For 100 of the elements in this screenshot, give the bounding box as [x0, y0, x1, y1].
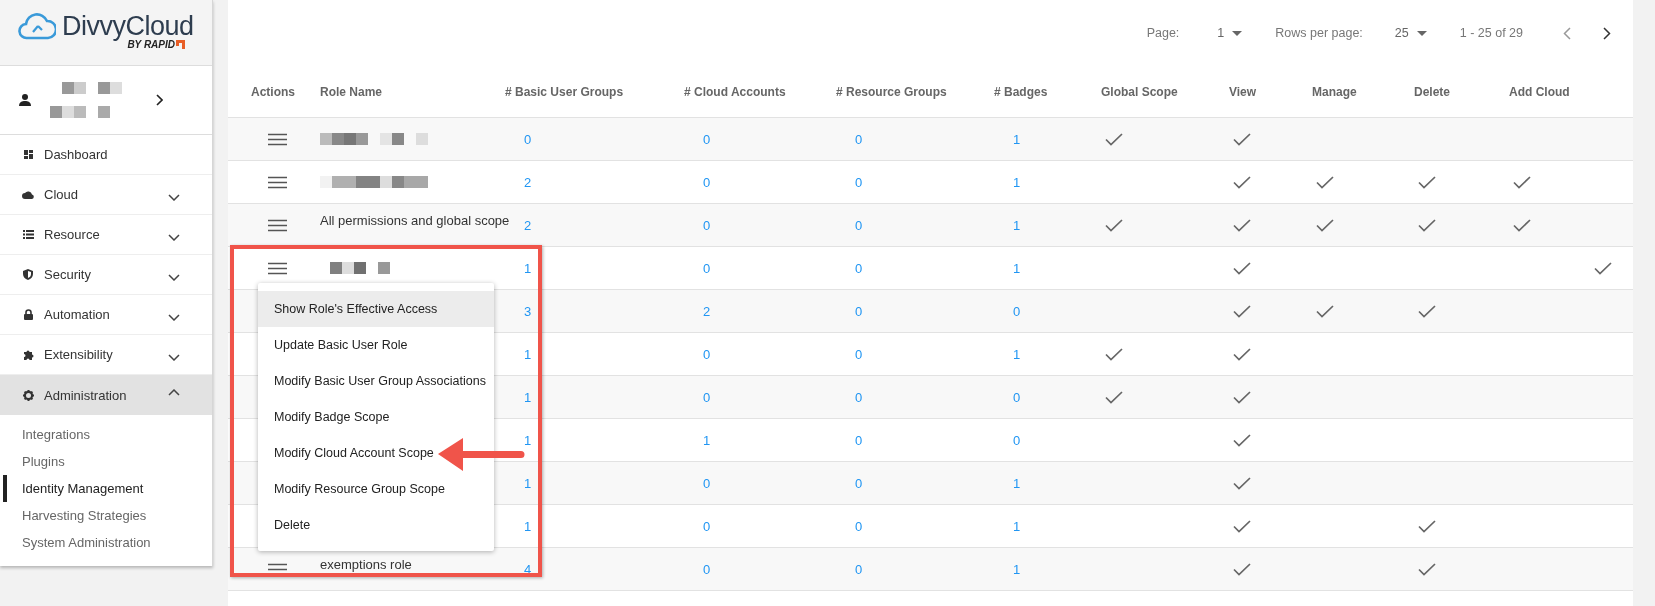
- count-link[interactable]: 0: [703, 389, 711, 405]
- menu-item[interactable]: Delete: [258, 507, 494, 543]
- count-link[interactable]: 1: [524, 346, 532, 362]
- role-name: All permissions and global scope: [320, 213, 510, 228]
- sidebar-item-label: Automation: [44, 307, 111, 322]
- sidebar-subitem[interactable]: Plugins: [3, 448, 212, 475]
- count-link[interactable]: 1: [1013, 475, 1021, 491]
- user-icon: [19, 94, 31, 106]
- count-link[interactable]: 0: [1013, 303, 1021, 319]
- sidebar-subitem[interactable]: Identity Management: [3, 475, 212, 502]
- chevron-down-icon[interactable]: [168, 314, 180, 321]
- column-header: Role Name: [320, 84, 383, 99]
- column-header: # Badges: [994, 84, 1048, 99]
- count-link[interactable]: 0: [855, 174, 863, 190]
- caret-icon: [1232, 30, 1243, 36]
- chevron-down-icon[interactable]: [168, 274, 180, 281]
- next-page-icon[interactable]: [1603, 26, 1611, 40]
- column-header: View: [1229, 84, 1257, 99]
- count-link[interactable]: 1: [1013, 561, 1021, 577]
- count-link[interactable]: 1: [1013, 174, 1021, 190]
- menu-item[interactable]: Modify Cloud Account Scope: [258, 435, 494, 471]
- page-select[interactable]: 1: [1217, 26, 1243, 40]
- count-link[interactable]: 0: [703, 346, 711, 362]
- caret-icon: [1416, 30, 1427, 36]
- count-link[interactable]: 2: [524, 174, 532, 190]
- chevron-down-icon[interactable]: [168, 354, 180, 361]
- count-link[interactable]: 0: [855, 561, 863, 577]
- count-link[interactable]: 0: [855, 432, 863, 448]
- count-link[interactable]: 0: [855, 260, 863, 276]
- count-link[interactable]: 1: [1013, 346, 1021, 362]
- count-link[interactable]: 1: [524, 389, 532, 405]
- count-link[interactable]: 0: [855, 131, 863, 147]
- lock-icon: [23, 309, 33, 320]
- sidebar-item-label: Security: [44, 267, 92, 282]
- logo-byline: BY RAPID: [127, 39, 175, 50]
- count-link[interactable]: 1: [1013, 131, 1021, 147]
- count-link[interactable]: 0: [855, 303, 863, 319]
- menu-icon[interactable]: [268, 132, 287, 146]
- rows-per-page-select[interactable]: 25: [1394, 26, 1427, 40]
- sidebar-item[interactable]: Automation: [0, 295, 212, 335]
- count-link[interactable]: 0: [703, 561, 711, 577]
- count-link[interactable]: 0: [1013, 389, 1021, 405]
- sidebar-item[interactable]: Administration: [0, 375, 212, 415]
- count-link[interactable]: 0: [703, 131, 711, 147]
- role-name: exemptions role: [320, 557, 412, 572]
- chevron-up-icon[interactable]: [168, 388, 180, 396]
- count-link[interactable]: 0: [703, 518, 711, 534]
- sidebar-item[interactable]: Dashboard: [0, 135, 212, 175]
- sidebar-item[interactable]: Cloud: [0, 175, 212, 215]
- count-link[interactable]: 0: [703, 260, 711, 276]
- sidebar-subitem[interactable]: Integrations: [3, 421, 212, 448]
- count-link[interactable]: 0: [703, 217, 711, 233]
- count-link[interactable]: 1: [703, 432, 711, 448]
- redacted-role-name: [330, 262, 390, 274]
- count-link[interactable]: 1: [1013, 518, 1021, 534]
- count-link[interactable]: 0: [855, 475, 863, 491]
- count-link[interactable]: 0: [855, 217, 863, 233]
- count-link[interactable]: 2: [703, 303, 711, 319]
- menu-icon[interactable]: [268, 175, 287, 189]
- sidebar-subitem[interactable]: Harvesting Strategies: [3, 502, 212, 529]
- count-link[interactable]: 1: [1013, 217, 1021, 233]
- count-link[interactable]: 1: [524, 518, 532, 534]
- count-link[interactable]: 1: [524, 260, 532, 276]
- brand-mark-icon: [176, 40, 185, 49]
- settings-icon: [22, 389, 34, 401]
- column-header: # Resource Groups: [836, 84, 947, 99]
- count-link[interactable]: 1: [524, 475, 532, 491]
- menu-icon[interactable]: [268, 218, 287, 232]
- sidebar-item[interactable]: Security: [0, 255, 212, 295]
- sidebar-item-label: Dashboard: [44, 147, 109, 162]
- sidebar-item[interactable]: Resource: [0, 215, 212, 255]
- count-link[interactable]: 0: [1013, 432, 1021, 448]
- count-link[interactable]: 0: [703, 475, 711, 491]
- count-link[interactable]: 0: [855, 518, 863, 534]
- menu-icon[interactable]: [268, 261, 287, 275]
- menu-item[interactable]: Modify Basic User Group Associations: [258, 363, 494, 399]
- previous-page-icon[interactable]: [1563, 26, 1571, 40]
- logo-wordmark: DivvyCloud: [62, 12, 194, 40]
- count-link[interactable]: 0: [855, 346, 863, 362]
- count-link[interactable]: 0: [703, 174, 711, 190]
- puzzle-icon: [22, 349, 34, 360]
- redacted-user-name: [50, 82, 122, 118]
- chevron-right-icon[interactable]: [156, 94, 163, 106]
- count-link[interactable]: 0: [855, 389, 863, 405]
- sidebar-item-label: Administration: [44, 387, 128, 403]
- menu-item[interactable]: Update Basic User Role: [258, 327, 494, 363]
- count-link[interactable]: 1: [524, 432, 532, 448]
- menu-item[interactable]: Modify Resource Group Scope: [258, 471, 494, 507]
- count-link[interactable]: 4: [524, 561, 532, 577]
- count-link[interactable]: 0: [524, 131, 532, 147]
- menu-item[interactable]: Show Role's Effective Access: [258, 291, 494, 327]
- sidebar-subitem[interactable]: System Administration: [3, 529, 212, 556]
- count-link[interactable]: 3: [524, 303, 532, 319]
- chevron-down-icon[interactable]: [168, 234, 180, 241]
- sidebar-item-label: Resource: [44, 227, 101, 242]
- menu-item[interactable]: Modify Badge Scope: [258, 399, 494, 435]
- count-link[interactable]: 2: [524, 217, 532, 233]
- count-link[interactable]: 1: [1013, 260, 1021, 276]
- chevron-down-icon[interactable]: [168, 194, 180, 201]
- cloud-logo-icon: [18, 12, 56, 40]
